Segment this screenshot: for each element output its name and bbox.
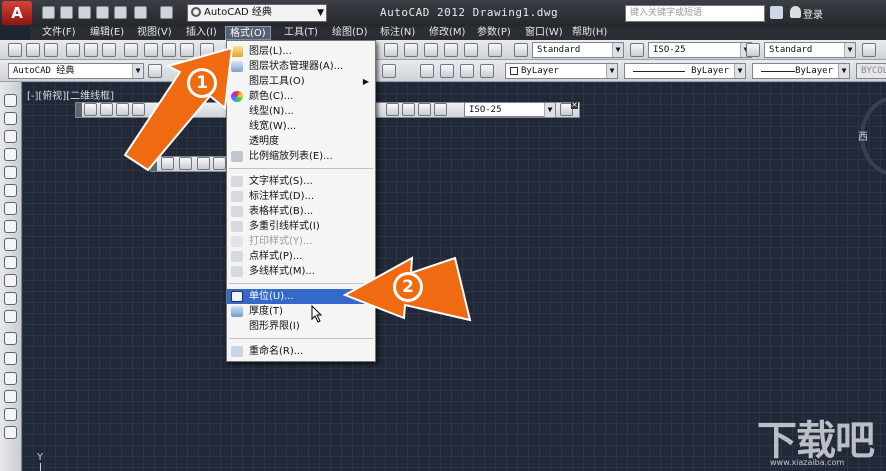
annotation-arrows — [123, 46, 472, 322]
watermark-url: www.xiazaiba.com — [770, 458, 845, 467]
autocad-window: [-][俯视][二维线框] 西 Y A AutoCAD 经典 ▼ AutoCAD… — [0, 0, 886, 471]
callout-badge-two: 2 — [393, 272, 423, 302]
mouse-cursor-icon — [311, 305, 323, 323]
arrow-one-shape — [123, 46, 234, 172]
callout-badge-one: 1 — [187, 68, 217, 98]
